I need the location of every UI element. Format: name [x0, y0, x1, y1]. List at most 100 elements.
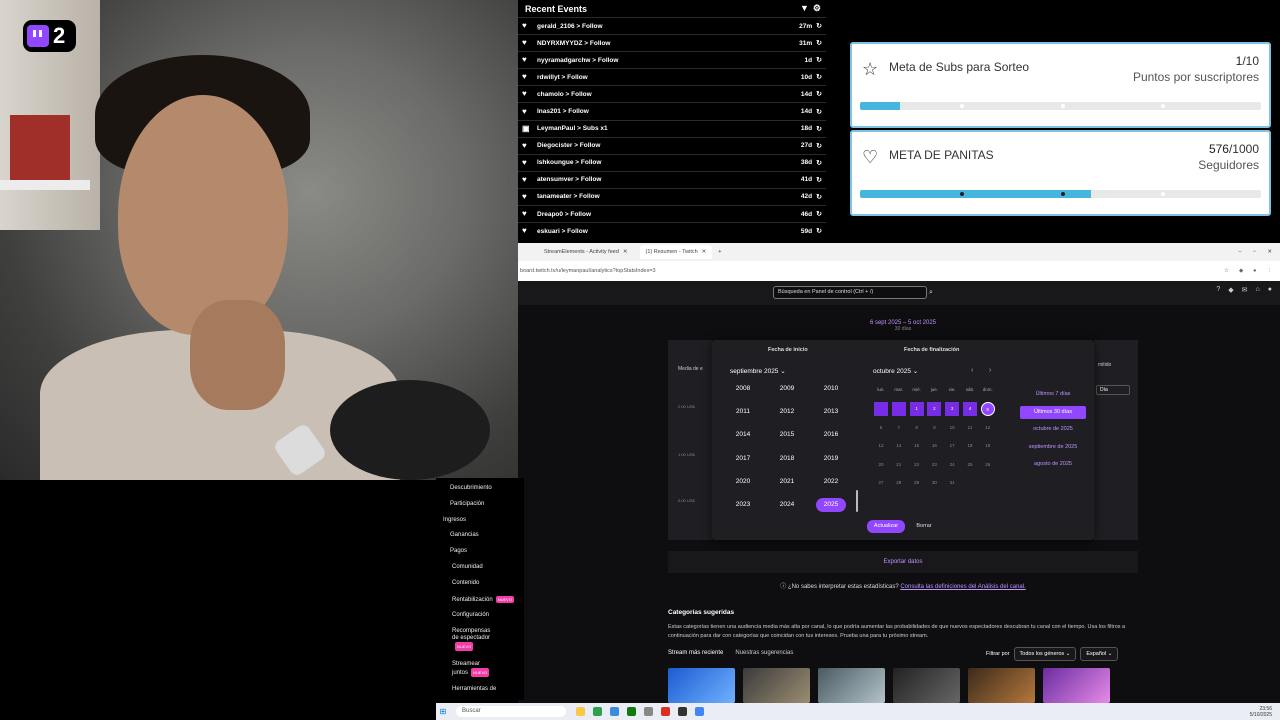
sidebar-item-monetization[interactable]: Rentabilización NUEVO — [452, 596, 514, 603]
replay-icon[interactable]: ↻ — [816, 176, 822, 184]
year-option[interactable]: 2019 — [816, 452, 846, 466]
replay-icon[interactable]: ↻ — [816, 108, 822, 116]
calendar-day[interactable]: 25 — [963, 458, 977, 472]
sidebar-item-engagement[interactable]: Participación — [450, 501, 484, 507]
replay-icon[interactable]: ↻ — [816, 227, 822, 235]
year-option[interactable]: 2020 — [728, 475, 758, 489]
year-option[interactable]: 2009 — [772, 382, 802, 396]
calendar-day[interactable]: 19 — [981, 439, 995, 453]
year-option[interactable]: 2023 — [728, 498, 758, 512]
year-option[interactable]: 2013 — [816, 405, 846, 419]
prev-month-icon[interactable]: ‹ — [971, 367, 973, 374]
calendar-day[interactable]: 9 — [927, 421, 941, 435]
year-option[interactable]: 2018 — [772, 452, 802, 466]
chrome-icon[interactable] — [695, 707, 704, 716]
calendar-day[interactable]: 4 — [963, 402, 977, 416]
category-thumbnail[interactable] — [668, 668, 735, 703]
year-option[interactable]: 2008 — [728, 382, 758, 396]
filter-icon[interactable]: ▼ — [800, 3, 809, 14]
calendar-day[interactable]: 15 — [910, 439, 924, 453]
sidebar-item-discovery[interactable]: Descubrimiento — [450, 485, 492, 491]
minimize-icon[interactable]: – — [1238, 249, 1241, 255]
event-row[interactable]: ♥ atensumver > Follow 41d ↻ — [518, 170, 826, 188]
dashboard-search-input[interactable]: Búsqueda en Panel de control (Ctrl + /) — [773, 286, 927, 299]
event-row[interactable]: ♥ Dreapo0 > Follow 46d ↻ — [518, 205, 826, 222]
close-icon[interactable]: ✕ — [702, 249, 707, 255]
calendar-day[interactable]: 22 — [910, 458, 924, 472]
preset-option[interactable]: agosto de 2025 — [1020, 458, 1086, 471]
year-option[interactable]: 2014 — [728, 428, 758, 442]
calendar-day[interactable]: 11 — [963, 421, 977, 435]
preset-option[interactable]: septiembre de 2025 — [1020, 441, 1086, 454]
calendar-day[interactable]: 13 — [874, 439, 888, 453]
extension-icon[interactable]: ◆ — [1239, 268, 1243, 274]
sidebar-item-content[interactable]: Contenido — [452, 580, 479, 586]
year-option[interactable]: 2024 — [772, 498, 802, 512]
event-row[interactable]: ♥ rdwillyt > Follow 10d ↻ — [518, 68, 826, 85]
address-bar[interactable]: board.twitch.tv/u/leymanpaul/analytics?t… — [518, 261, 1280, 281]
tab-recent-stream[interactable]: Stream más reciente — [668, 650, 723, 656]
sidebar-item-earnings[interactable]: Ganancias — [450, 532, 479, 538]
help-icon[interactable]: ? — [1216, 286, 1220, 294]
calendar-day[interactable]: 17 — [945, 439, 959, 453]
sidebar-item-settings[interactable]: Configuración — [452, 612, 489, 618]
settings-icon[interactable]: ⚙ — [813, 3, 821, 14]
windows-start-icon[interactable]: ⊞ — [436, 707, 450, 716]
calendar-day[interactable]: 31 — [945, 476, 959, 490]
event-row[interactable]: ♥ NDYRXMYYDZ > Follow 31m ↻ — [518, 34, 826, 51]
calendar-day[interactable]: 29 — [910, 476, 924, 490]
replay-icon[interactable]: ↻ — [816, 193, 822, 201]
clear-button[interactable]: Borrar — [910, 520, 938, 533]
event-row[interactable]: ♥ Inas201 > Follow 14d ↻ — [518, 102, 826, 119]
event-row[interactable]: ♥ lshkoungue > Follow 38d ↻ — [518, 153, 826, 171]
preset-option[interactable]: Últimos 30 días — [1020, 405, 1086, 419]
year-option[interactable]: 2011 — [728, 405, 758, 419]
replay-icon[interactable]: ↻ — [816, 142, 822, 150]
calendar-day[interactable]: 16 — [927, 439, 941, 453]
avatar[interactable]: ● — [1268, 286, 1272, 294]
calendar-day[interactable]: 5 — [980, 402, 995, 416]
tab-suggestions[interactable]: Nuestras sugerencias — [735, 650, 793, 656]
menu-icon[interactable]: ⋮ — [1267, 268, 1273, 274]
sidebar-item-rewards[interactable]: Recompensas de espectadorNUEVO — [452, 628, 498, 651]
calendar-day[interactable]: 2 — [927, 402, 942, 416]
year-option[interactable]: 2025 — [816, 498, 846, 512]
close-icon[interactable]: ✕ — [623, 249, 628, 255]
calendar-day[interactable]: 18 — [963, 439, 977, 453]
replay-icon[interactable]: ↻ — [816, 159, 822, 167]
event-row[interactable]: ♥ Diegocister > Follow 27d ↻ — [518, 136, 826, 154]
xbox-icon[interactable] — [627, 707, 636, 716]
close-window-icon[interactable]: ✕ — [1267, 249, 1272, 255]
start-month-select[interactable]: septiembre 2025 ⌄ — [730, 367, 786, 375]
calendar-day[interactable]: 30 — [927, 476, 941, 490]
replay-icon[interactable]: ↻ — [816, 22, 822, 30]
tab-twitch[interactable]: (1) Resumen - Twitch ✕ — [639, 245, 713, 259]
new-tab-icon[interactable]: + — [718, 249, 721, 255]
app-icon[interactable] — [644, 707, 653, 716]
update-button[interactable]: Actualizar — [867, 520, 905, 533]
event-row[interactable]: ♥ nyyramadgarchw > Follow 1d ↻ — [518, 51, 826, 68]
category-thumbnail[interactable] — [1043, 668, 1110, 703]
app-icon[interactable] — [576, 707, 585, 716]
calendar-day[interactable]: 3 — [945, 402, 960, 416]
calendar-day[interactable]: 7 — [892, 421, 906, 435]
sidebar-item-payouts[interactable]: Pagos — [450, 548, 467, 554]
year-option[interactable]: 2017 — [728, 452, 758, 466]
tab-streamelements[interactable]: StreamElements - Activity feed ✕ — [538, 245, 634, 259]
genre-dropdown[interactable]: Todos los géneros ⌄ — [1013, 647, 1077, 661]
replay-icon[interactable]: ↻ — [816, 125, 822, 133]
taskbar-search[interactable]: Buscar — [456, 706, 566, 717]
calendar-day[interactable]: 20 — [874, 458, 888, 472]
event-row[interactable]: ♥ eskuari > Follow 59d ↻ — [518, 222, 826, 239]
event-row[interactable]: ▣ LeymanPaul > Subs x1 18d ↻ — [518, 119, 826, 137]
search-icon[interactable]: ⌕ — [929, 286, 939, 299]
year-option[interactable]: 2022 — [816, 475, 846, 489]
preset-option[interactable]: octubre de 2025 — [1020, 423, 1086, 436]
notifications-icon[interactable]: ⌂ — [1256, 286, 1260, 294]
category-thumbnail[interactable] — [968, 668, 1035, 703]
event-row[interactable]: ♥ chamolo > Follow 14d ↻ — [518, 85, 826, 102]
interval-dropdown[interactable]: Día — [1096, 385, 1130, 395]
calendar-day[interactable]: 24 — [945, 458, 959, 472]
year-option[interactable]: 2016 — [816, 428, 846, 442]
event-row[interactable]: ♥ gerald_2106 > Follow 27m ↻ — [518, 17, 826, 34]
